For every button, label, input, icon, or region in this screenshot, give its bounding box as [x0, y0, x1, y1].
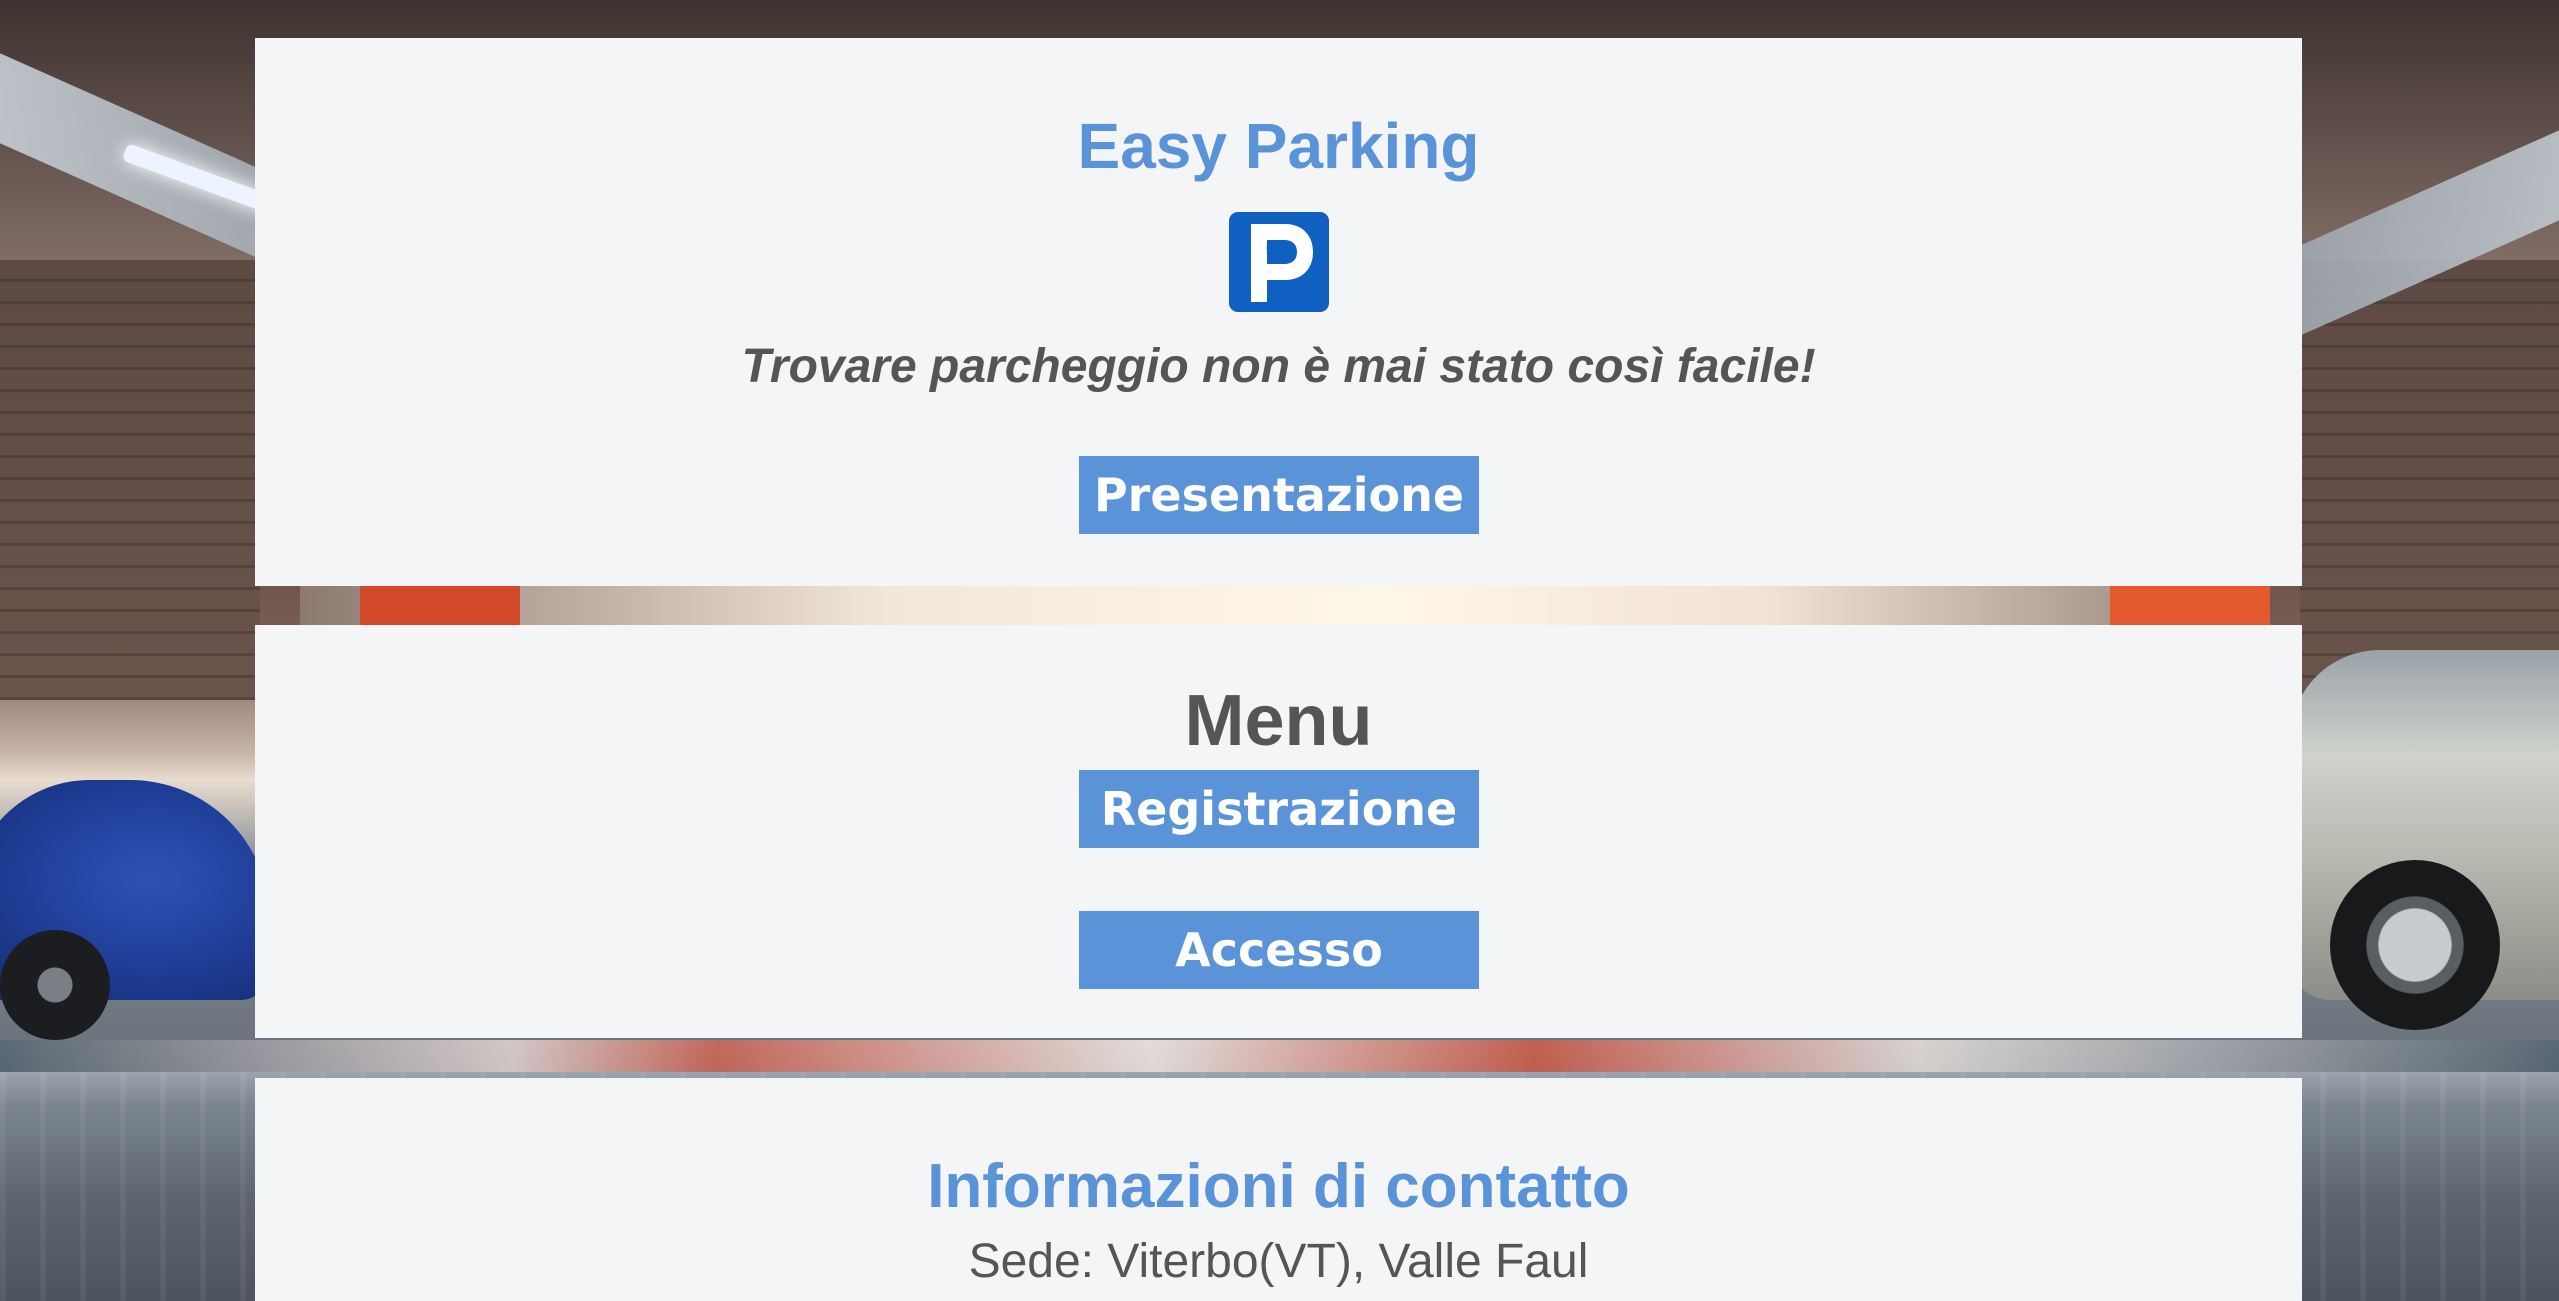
hero-panel: Easy Parking Trovare parcheggio non è ma… — [255, 38, 2302, 586]
register-button[interactable]: Registrazione — [1079, 770, 1479, 848]
parking-wifi-icon — [1229, 212, 1329, 312]
contact-title: Informazioni di contatto — [927, 1152, 1630, 1221]
tagline: Trovare parcheggio non è mai stato così … — [741, 340, 1816, 393]
menu-panel: Menu Registrazione Accesso — [255, 625, 2302, 1038]
contact-panel: Informazioni di contatto Sede: Viterbo(V… — [255, 1078, 2302, 1301]
login-button[interactable]: Accesso — [1079, 911, 1479, 989]
menu-title: Menu — [1184, 681, 1373, 761]
contact-address: Sede: Viterbo(VT), Valle Faul — [968, 1235, 1589, 1288]
site-title: Easy Parking — [1077, 110, 1480, 182]
presentation-button[interactable]: Presentazione — [1079, 456, 1479, 534]
